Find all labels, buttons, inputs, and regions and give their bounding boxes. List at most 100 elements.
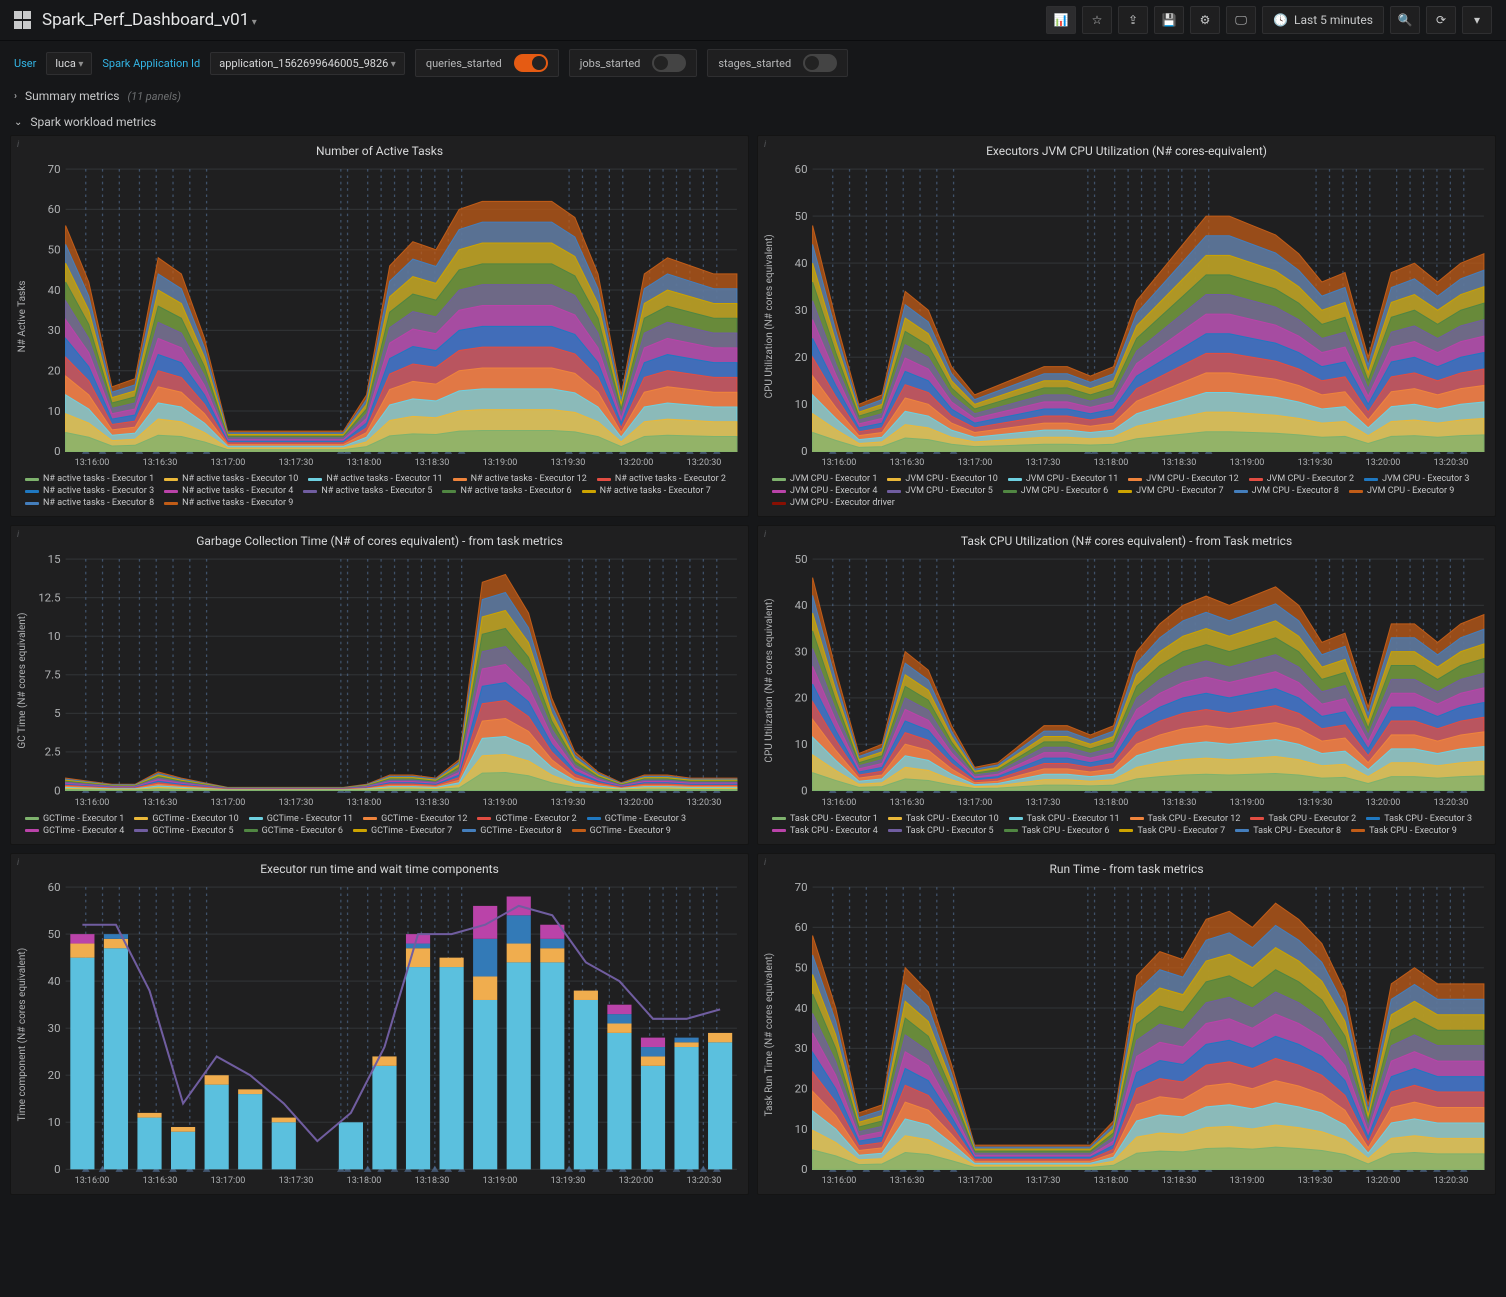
x-axis-ticks: 13:16:0013:16:3013:17:0013:17:3013:18:00… [777, 1174, 1489, 1186]
legend-item[interactable]: Task CPU - Executor 3 [1366, 814, 1472, 824]
legend-item[interactable]: JVM CPU - Executor 4 [772, 486, 877, 496]
legend-item[interactable]: JVM CPU - Executor 10 [887, 474, 997, 484]
refresh-button[interactable]: ⟳ [1426, 6, 1456, 34]
legend-item[interactable]: GCTime - Executor 9 [572, 826, 671, 836]
legend-item[interactable]: GCTime - Executor 12 [363, 814, 467, 824]
legend-item[interactable]: GCTime - Executor 8 [462, 826, 561, 836]
legend-item[interactable]: JVM CPU - Executor 1 [772, 474, 877, 484]
legend-item[interactable]: N# active tasks - Executor 5 [303, 486, 432, 496]
svg-text:20: 20 [795, 1081, 808, 1095]
zoom-out-button[interactable]: 🔍 [1390, 6, 1420, 34]
legend-item[interactable]: N# active tasks - Executor 3 [25, 486, 154, 496]
toggle-stages_started[interactable]: stages_started [707, 49, 848, 77]
legend-item[interactable]: N# active tasks - Executor 7 [582, 486, 711, 496]
legend-item[interactable]: Task CPU - Executor 6 [1004, 826, 1110, 836]
svg-text:30: 30 [48, 323, 61, 337]
y-axis-label: Time component (N# cores equivalent) [17, 882, 30, 1186]
toggle-queries_started[interactable]: queries_started [415, 49, 559, 77]
legend-item[interactable]: Task CPU - Executor 8 [1235, 826, 1341, 836]
toggle-switch[interactable] [803, 54, 837, 72]
legend-item[interactable]: JVM CPU - Executor 12 [1128, 474, 1238, 484]
svg-text:60: 60 [48, 202, 61, 216]
chart-area[interactable]: 010203040506070 13:16:0013:16:3013:17:00… [30, 164, 742, 468]
var-app-value[interactable]: application_1562699646005_9826 [210, 52, 405, 75]
toggle-container: queries_started jobs_started stages_star… [415, 49, 848, 77]
legend-item[interactable]: JVM CPU - Executor driver [772, 498, 895, 508]
toggle-jobs_started[interactable]: jobs_started [569, 49, 698, 77]
var-app-label: Spark Application Id [102, 57, 200, 70]
legend-item[interactable]: N# active tasks - Executor 12 [453, 474, 587, 484]
svg-text:50: 50 [48, 243, 61, 257]
chart-area[interactable]: 01020304050 13:16:0013:16:3013:17:0013:1… [777, 554, 1489, 808]
legend-item[interactable]: GCTime - Executor 10 [134, 814, 238, 824]
legend-item[interactable]: GCTime - Executor 2 [477, 814, 576, 824]
share-button[interactable]: ⇪ [1118, 6, 1148, 34]
legend-item[interactable]: N# active tasks - Executor 11 [308, 474, 442, 484]
panel-run-time[interactable]: Run Time - from task metrics Task Run Ti… [757, 853, 1496, 1195]
chart-area[interactable]: 0102030405060 13:16:0013:16:3013:17:0013… [30, 882, 742, 1186]
time-range-button[interactable]: 🕓 Last 5 minutes [1262, 6, 1384, 34]
row-summary-metrics[interactable]: › Summary metrics (11 panels) [0, 83, 1506, 109]
chart-area[interactable]: 010203040506070 13:16:0013:16:3013:17:00… [777, 882, 1489, 1186]
legend-item[interactable]: Task CPU - Executor 5 [888, 826, 994, 836]
panel-grid: Number of Active Tasks N# Active Tasks 0… [10, 135, 1496, 1195]
var-user-value[interactable]: luca [46, 52, 92, 75]
legend-item[interactable]: N# active tasks - Executor 4 [164, 486, 293, 496]
legend-item[interactable]: JVM CPU - Executor 9 [1349, 486, 1454, 496]
legend-item[interactable]: N# active tasks - Executor 6 [442, 486, 571, 496]
legend-item[interactable]: Task CPU - Executor 12 [1130, 814, 1241, 824]
panel-jvm-cpu[interactable]: Executors JVM CPU Utilization (N# cores-… [757, 135, 1496, 517]
panel-gc-time[interactable]: Garbage Collection Time (N# of cores equ… [10, 525, 749, 845]
legend-item[interactable]: N# active tasks - Executor 1 [25, 474, 154, 484]
legend-item[interactable]: Task CPU - Executor 2 [1250, 814, 1356, 824]
toggle-switch[interactable] [514, 54, 548, 72]
legend-item[interactable]: GCTime - Executor 5 [134, 826, 233, 836]
legend-item[interactable]: JVM CPU - Executor 8 [1234, 486, 1339, 496]
legend-item[interactable]: Task CPU - Executor 1 [772, 814, 878, 824]
panel-task-cpu[interactable]: Task CPU Utilization (N# cores equivalen… [757, 525, 1496, 845]
legend-item[interactable]: Task CPU - Executor 7 [1119, 826, 1225, 836]
legend-item[interactable]: GCTime - Executor 1 [25, 814, 124, 824]
legend-item[interactable]: N# active tasks - Executor 8 [25, 498, 154, 508]
svg-text:5: 5 [54, 707, 60, 721]
time-range-label: Last 5 minutes [1294, 13, 1373, 27]
legend-item[interactable]: Task CPU - Executor 9 [1351, 826, 1457, 836]
panel-run-wait-components[interactable]: Executor run time and wait time componen… [10, 853, 749, 1195]
settings-button[interactable]: ⚙ [1190, 6, 1220, 34]
chart-area[interactable]: 02.557.51012.515 13:16:0013:16:3013:17:0… [30, 554, 742, 808]
svg-text:30: 30 [795, 645, 808, 659]
legend-item[interactable]: GCTime - Executor 7 [353, 826, 452, 836]
row-title: Summary metrics [25, 89, 119, 103]
toggle-switch[interactable] [652, 54, 686, 72]
star-button[interactable]: ☆ [1082, 6, 1112, 34]
chart-area[interactable]: 0102030405060 13:16:0013:16:3013:17:0013… [777, 164, 1489, 468]
panel-title: Executor run time and wait time componen… [17, 858, 742, 882]
svg-text:0: 0 [54, 1162, 60, 1174]
legend-item[interactable]: GCTime - Executor 3 [587, 814, 686, 824]
legend-item[interactable]: GCTime - Executor 6 [244, 826, 343, 836]
legend-item[interactable]: Task CPU - Executor 4 [772, 826, 878, 836]
panel-active-tasks[interactable]: Number of Active Tasks N# Active Tasks 0… [10, 135, 749, 517]
legend-item[interactable]: JVM CPU - Executor 11 [1008, 474, 1118, 484]
legend-item[interactable]: JVM CPU - Executor 6 [1003, 486, 1108, 496]
legend-item[interactable]: GCTime - Executor 11 [249, 814, 353, 824]
svg-text:30: 30 [48, 1021, 61, 1035]
dashboard-title[interactable]: Spark_Perf_Dashboard_v01 [42, 10, 257, 30]
add-panel-button[interactable]: 📊 [1046, 6, 1076, 34]
legend-item[interactable]: JVM CPU - Executor 2 [1249, 474, 1354, 484]
legend-item[interactable]: JVM CPU - Executor 3 [1364, 474, 1469, 484]
row-spark-workload-metrics[interactable]: ⌄ Spark workload metrics [0, 109, 1506, 135]
svg-text:60: 60 [48, 882, 61, 894]
legend-item[interactable]: GCTime - Executor 4 [25, 826, 124, 836]
refresh-interval-button[interactable]: ▾ [1462, 6, 1492, 34]
legend-item[interactable]: Task CPU - Executor 10 [888, 814, 999, 824]
legend-item[interactable]: N# active tasks - Executor 2 [597, 474, 726, 484]
legend-item[interactable]: JVM CPU - Executor 7 [1118, 486, 1223, 496]
legend-item[interactable]: JVM CPU - Executor 5 [887, 486, 992, 496]
cycle-view-button[interactable]: 🖵 [1226, 6, 1256, 34]
legend-item[interactable]: Task CPU - Executor 11 [1009, 814, 1120, 824]
svg-text:50: 50 [795, 209, 808, 223]
legend-item[interactable]: N# active tasks - Executor 9 [164, 498, 293, 508]
legend-item[interactable]: N# active tasks - Executor 10 [164, 474, 298, 484]
save-button[interactable]: 💾 [1154, 6, 1184, 34]
